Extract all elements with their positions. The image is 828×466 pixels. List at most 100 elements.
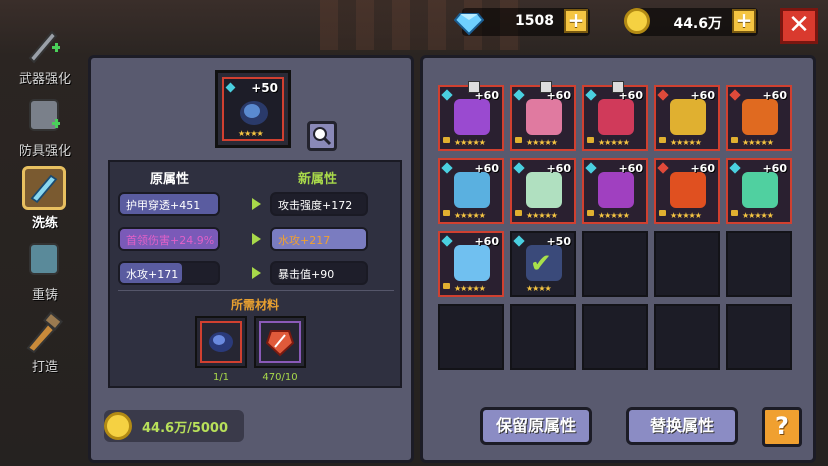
arrow-right-icon: [252, 267, 261, 279]
gem-icon: [657, 89, 669, 101]
inventory-slot[interactable]: +60 ★★★★★: [582, 81, 648, 151]
old-attribute-3-label: 水攻+171: [126, 268, 179, 281]
empty-inventory-slot[interactable]: [654, 231, 720, 297]
inventory-slot[interactable]: +60 ★★★★★: [438, 158, 504, 224]
item-stars: ★★★★★: [742, 138, 774, 147]
sidebar-item-craft[interactable]: 打造: [6, 310, 84, 380]
diamond-icon: [454, 13, 484, 36]
inventory-slot[interactable]: +60 ★★★★★: [582, 158, 648, 224]
divider: [118, 290, 394, 291]
sidebar-item-weapon-upgrade[interactable]: 武器强化: [6, 22, 84, 92]
gem-icon: [585, 162, 597, 174]
empty-inventory-slot[interactable]: [582, 231, 648, 297]
inventory-slot[interactable]: +60 ★★★★★: [510, 158, 576, 224]
item-stars: ★★★★★: [454, 284, 486, 293]
magnifier-icon: [313, 127, 332, 146]
add-gems-button[interactable]: +: [564, 9, 588, 33]
ruby-shard-icon: [265, 330, 295, 357]
lock-icon: [731, 210, 738, 216]
material-count-1: 1/1: [212, 372, 230, 383]
arrow-right-icon: [252, 198, 261, 210]
new-attributes-header: 新属性: [298, 172, 338, 187]
lock-icon: [443, 283, 450, 289]
blade-icon: [526, 172, 562, 208]
gem-icon: [441, 89, 453, 101]
gem-amount: 1508: [515, 13, 554, 29]
ice-hammer-icon: [454, 245, 490, 281]
sidebar-item-refine[interactable]: 洗练: [6, 166, 84, 236]
gold-cost: 44.6万/5000: [104, 410, 244, 442]
inventory-slot[interactable]: +60 ★★★★★: [654, 158, 720, 224]
gem-icon: [441, 235, 453, 247]
item-level: +60: [474, 162, 499, 175]
item-level: +60: [690, 162, 715, 175]
armor-icon: [29, 99, 60, 131]
material-slot-2[interactable]: [254, 316, 306, 368]
old-attribute-1: 护甲穿透+451: [118, 192, 220, 216]
empty-inventory-slot[interactable]: [654, 304, 720, 370]
gem-counter: 1508 +: [454, 8, 590, 36]
item-level: +50: [546, 235, 571, 248]
inventory-slot[interactable]: +60 ★★★★★: [726, 85, 792, 151]
inventory-slot[interactable]: +60 ★★★★★: [726, 158, 792, 224]
replace-attributes-button[interactable]: 替换属性: [626, 407, 738, 445]
inventory-slot[interactable]: +60 ★★★★★: [654, 85, 720, 151]
item-level: +60: [762, 162, 787, 175]
equipped-marker-icon: [540, 81, 552, 93]
gem-icon: [513, 162, 525, 174]
lock-icon: [731, 137, 738, 143]
lock-icon: [515, 210, 522, 216]
old-attributes-header: 原属性: [150, 172, 190, 187]
sidebar-item-label: 重铸: [31, 288, 58, 303]
checkmark-icon: ✔: [530, 249, 552, 279]
sidebar-item-armor-upgrade[interactable]: 防具强化: [6, 94, 84, 164]
empty-inventory-slot[interactable]: [582, 304, 648, 370]
empty-inventory-slot[interactable]: [726, 304, 792, 370]
empty-inventory-slot[interactable]: [726, 231, 792, 297]
gem-icon: [441, 162, 453, 174]
equipped-marker-icon: [468, 81, 480, 93]
item-stars: ★★★★★: [454, 211, 486, 220]
inventory-slot[interactable]: ✔ +50 ★★★★: [510, 231, 576, 297]
close-button[interactable]: ✕: [780, 8, 818, 44]
item-stars: ★★★★★: [742, 211, 774, 220]
sidebar-item-label: 防具强化: [18, 144, 71, 159]
item-level: +50: [251, 81, 278, 95]
item-level: +60: [474, 235, 499, 248]
inspect-button[interactable]: [307, 121, 337, 151]
item-stars: ★★★★★: [526, 211, 558, 220]
gold-cost-value: 44.6万/5000: [142, 421, 229, 436]
item-stars: ★★★★: [526, 284, 552, 293]
lock-icon: [587, 137, 594, 143]
add-gold-button[interactable]: +: [732, 9, 756, 33]
gold-counter: 44.6万 +: [624, 8, 758, 36]
inventory-slot[interactable]: +60 ★★★★★: [510, 81, 576, 151]
keep-original-button[interactable]: 保留原属性: [480, 407, 592, 445]
item-level: +60: [690, 89, 715, 102]
lock-icon: [443, 210, 450, 216]
material-frame: [259, 321, 301, 363]
inventory-slot[interactable]: +60 ★★★★★: [438, 81, 504, 151]
sidebar-item-reforge[interactable]: 重铸: [6, 238, 84, 308]
gem-icon: [513, 89, 525, 101]
green-sword-icon: [742, 172, 778, 208]
material-slot-1[interactable]: [195, 316, 247, 368]
lock-icon: [515, 137, 522, 143]
crossbow-icon: [598, 172, 634, 208]
hammer-icon: [26, 311, 63, 354]
gem-icon: [585, 89, 597, 101]
selected-item-slot[interactable]: +50 ★★★★: [215, 70, 291, 148]
inventory-slot[interactable]: +60 ★★★★★: [438, 231, 504, 297]
help-button[interactable]: ?: [762, 407, 802, 447]
material-count-2: 470/10: [262, 372, 298, 383]
item-stars: ★★★★★: [454, 138, 486, 147]
pink-armor-icon: [526, 99, 562, 135]
empty-inventory-slot[interactable]: [438, 304, 504, 370]
material-frame: [200, 321, 242, 363]
red-armor-icon: [598, 99, 634, 135]
reforge-armor-icon: [29, 243, 59, 275]
empty-inventory-slot[interactable]: [510, 304, 576, 370]
selected-item-frame: +50 ★★★★: [222, 77, 284, 141]
item-level: +60: [762, 89, 787, 102]
old-attribute-3: 水攻+171: [118, 261, 220, 285]
